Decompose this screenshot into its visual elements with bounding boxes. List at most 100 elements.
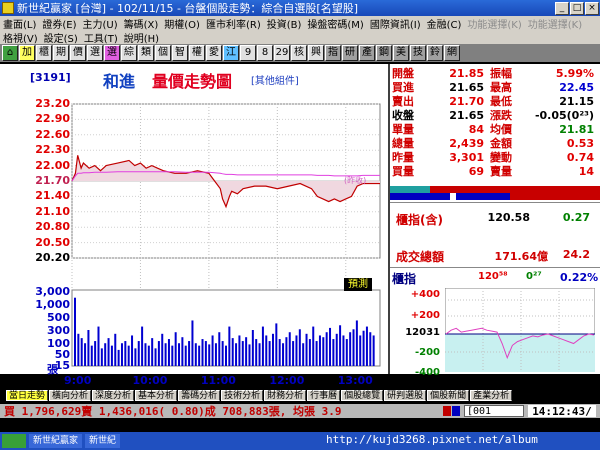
- volume-bar: [359, 335, 362, 366]
- volume-bar: [268, 341, 271, 366]
- price-volume-chart: [71, 103, 381, 367]
- toolbar-button-6[interactable]: 選: [104, 45, 120, 61]
- menu-item-8[interactable]: 國際資訊(I): [367, 16, 424, 31]
- menu-item-10[interactable]: 功能選擇(K): [464, 16, 524, 31]
- tab-4[interactable]: 籌碼分析: [178, 389, 221, 401]
- toolbar-button-20[interactable]: 研: [342, 45, 358, 61]
- menu2-item-1[interactable]: 設定(S): [41, 30, 81, 45]
- menu2-item-0[interactable]: 格視(V): [0, 30, 41, 45]
- toolbar-button-0[interactable]: ⌂: [2, 45, 18, 61]
- toolbar-button-4[interactable]: 價: [70, 45, 86, 61]
- volume-bar: [302, 343, 305, 366]
- volume-bar: [120, 343, 123, 366]
- volume-bar: [349, 332, 352, 366]
- minimize-button[interactable]: _: [555, 1, 569, 15]
- quote-row: 賣出 21.70 最低 21.15: [390, 94, 600, 109]
- menu2-item-2[interactable]: 工具(T): [81, 30, 121, 45]
- mini-axis-label-1: +200: [410, 310, 440, 321]
- volume-bar: [191, 320, 194, 366]
- start-button[interactable]: [2, 434, 26, 448]
- clock: 14:12:43/: [528, 405, 596, 418]
- menu-item-11[interactable]: 功能選擇(K): [525, 16, 585, 31]
- menu-item-9[interactable]: 金融(C): [424, 16, 465, 31]
- volume-bar: [288, 332, 291, 366]
- toolbar-button-2[interactable]: 櫃: [36, 45, 52, 61]
- toolbar-button-23[interactable]: 美: [393, 45, 409, 61]
- tab-11[interactable]: 產業分析: [470, 389, 513, 401]
- quote-row: 總量 2,439 金額 0.53: [390, 136, 600, 151]
- tab-6[interactable]: 財務分析: [264, 389, 307, 401]
- tab-10[interactable]: 個股新聞: [427, 389, 470, 401]
- toolbar-button-8[interactable]: 類: [138, 45, 154, 61]
- toolbar-button-19[interactable]: 指: [325, 45, 341, 61]
- toolbar-button-15[interactable]: 8: [257, 45, 273, 61]
- tab-0[interactable]: 當日走勢: [6, 389, 49, 401]
- quote-value-2: 21.81: [559, 122, 594, 136]
- other-components-link[interactable]: [其他組件]: [251, 72, 299, 87]
- tab-2[interactable]: 深度分析: [92, 389, 135, 401]
- volume-bar: [285, 337, 288, 366]
- bid-ask-strip: [390, 186, 600, 200]
- toolbar-button-5[interactable]: 選: [87, 45, 103, 61]
- toolbar-button-7[interactable]: 綜: [121, 45, 137, 61]
- quote-value-2: -0.05(0²³): [534, 108, 594, 122]
- menu-item-6[interactable]: 投資(B): [264, 16, 305, 31]
- volume-bar: [318, 335, 321, 366]
- quote-panel: 開盤 21.85 振幅 5.99% 買進 21.65 最高 22.45 賣出 21.70 最低 21.…: [388, 64, 600, 378]
- volume-bar: [228, 326, 231, 366]
- quote-value-2: 0.53: [566, 136, 594, 150]
- menu-item-2[interactable]: 主力(U): [80, 16, 121, 31]
- quote-row: 昨量 3,301 變動 0.74: [390, 150, 600, 165]
- toolbar-button-16[interactable]: 29: [274, 45, 290, 61]
- taskbar-item-app2[interactable]: 新世紀: [85, 434, 121, 448]
- quote-table: 開盤 21.85 振幅 5.99% 買進 21.65 最高 22.45 賣出 21.70 最低 21.…: [390, 66, 600, 179]
- stock-code: [3191]: [30, 71, 71, 84]
- taskbar-item-app[interactable]: 新世紀贏家: [29, 434, 83, 448]
- toolbar-button-9[interactable]: 個: [155, 45, 171, 61]
- toolbar-button-13[interactable]: 江: [223, 45, 239, 61]
- volume-bar: [231, 338, 234, 366]
- toolbar-button-12[interactable]: 愛: [206, 45, 222, 61]
- volume-bar: [188, 341, 191, 366]
- quote-value-2: 5.99%: [555, 66, 594, 80]
- toolbar-button-18[interactable]: 興: [308, 45, 324, 61]
- toolbar-button-1[interactable]: 加: [19, 45, 35, 61]
- tab-3[interactable]: 基本分析: [135, 389, 178, 401]
- close-button[interactable]: ×: [585, 1, 599, 15]
- toolbar-button-24[interactable]: 技: [410, 45, 426, 61]
- menu-item-0[interactable]: 畫面(L): [0, 16, 39, 31]
- menu-item-5[interactable]: 匯市利率(R): [203, 16, 264, 31]
- tab-1[interactable]: 橫向分析: [49, 389, 92, 401]
- toolbar-button-14[interactable]: 9: [240, 45, 256, 61]
- volume-bar: [248, 344, 251, 366]
- toolbar-button-22[interactable]: 鋼: [376, 45, 392, 61]
- tab-9[interactable]: 研判選股: [384, 389, 427, 401]
- tab-8[interactable]: 個股總覽: [341, 389, 384, 401]
- menu-item-4[interactable]: 期權(O): [161, 16, 203, 31]
- otc-index-label: 櫃指(含): [396, 213, 443, 227]
- toolbar-button-3[interactable]: 期: [53, 45, 69, 61]
- volume-bar: [345, 339, 348, 366]
- toolbar-button-17[interactable]: 核: [291, 45, 307, 61]
- menu2-item-3[interactable]: 說明(H): [121, 30, 162, 45]
- toolbar-button-21[interactable]: 產: [359, 45, 375, 61]
- menu-item-7[interactable]: 操盤密碼(M): [304, 16, 366, 31]
- menu-item-1[interactable]: 證券(E): [39, 16, 79, 31]
- toolbar-button-25[interactable]: 鈴: [427, 45, 443, 61]
- volume-bar: [251, 330, 254, 366]
- tab-7[interactable]: 行事曆: [307, 389, 341, 401]
- turnover-pct: 24.2: [562, 248, 590, 261]
- maximize-button[interactable]: □: [570, 1, 584, 15]
- menu-item-3[interactable]: 籌碼(X): [121, 16, 162, 31]
- volume-bar: [238, 335, 241, 366]
- toolbar-button-10[interactable]: 智: [172, 45, 188, 61]
- mini-index-header: 櫃指 120⁵⁸ 0²⁷ 0.22%: [390, 270, 600, 286]
- tab-5[interactable]: 技術分析: [221, 389, 264, 401]
- mini-below-fill: [445, 334, 595, 372]
- page-input[interactable]: [001: [464, 405, 524, 417]
- toolbar-button-26[interactable]: 網: [444, 45, 460, 61]
- volume-bar: [100, 348, 103, 366]
- toolbar-button-11[interactable]: 權: [189, 45, 205, 61]
- predict-button[interactable]: 預測: [344, 278, 372, 291]
- volume-bar: [362, 330, 365, 366]
